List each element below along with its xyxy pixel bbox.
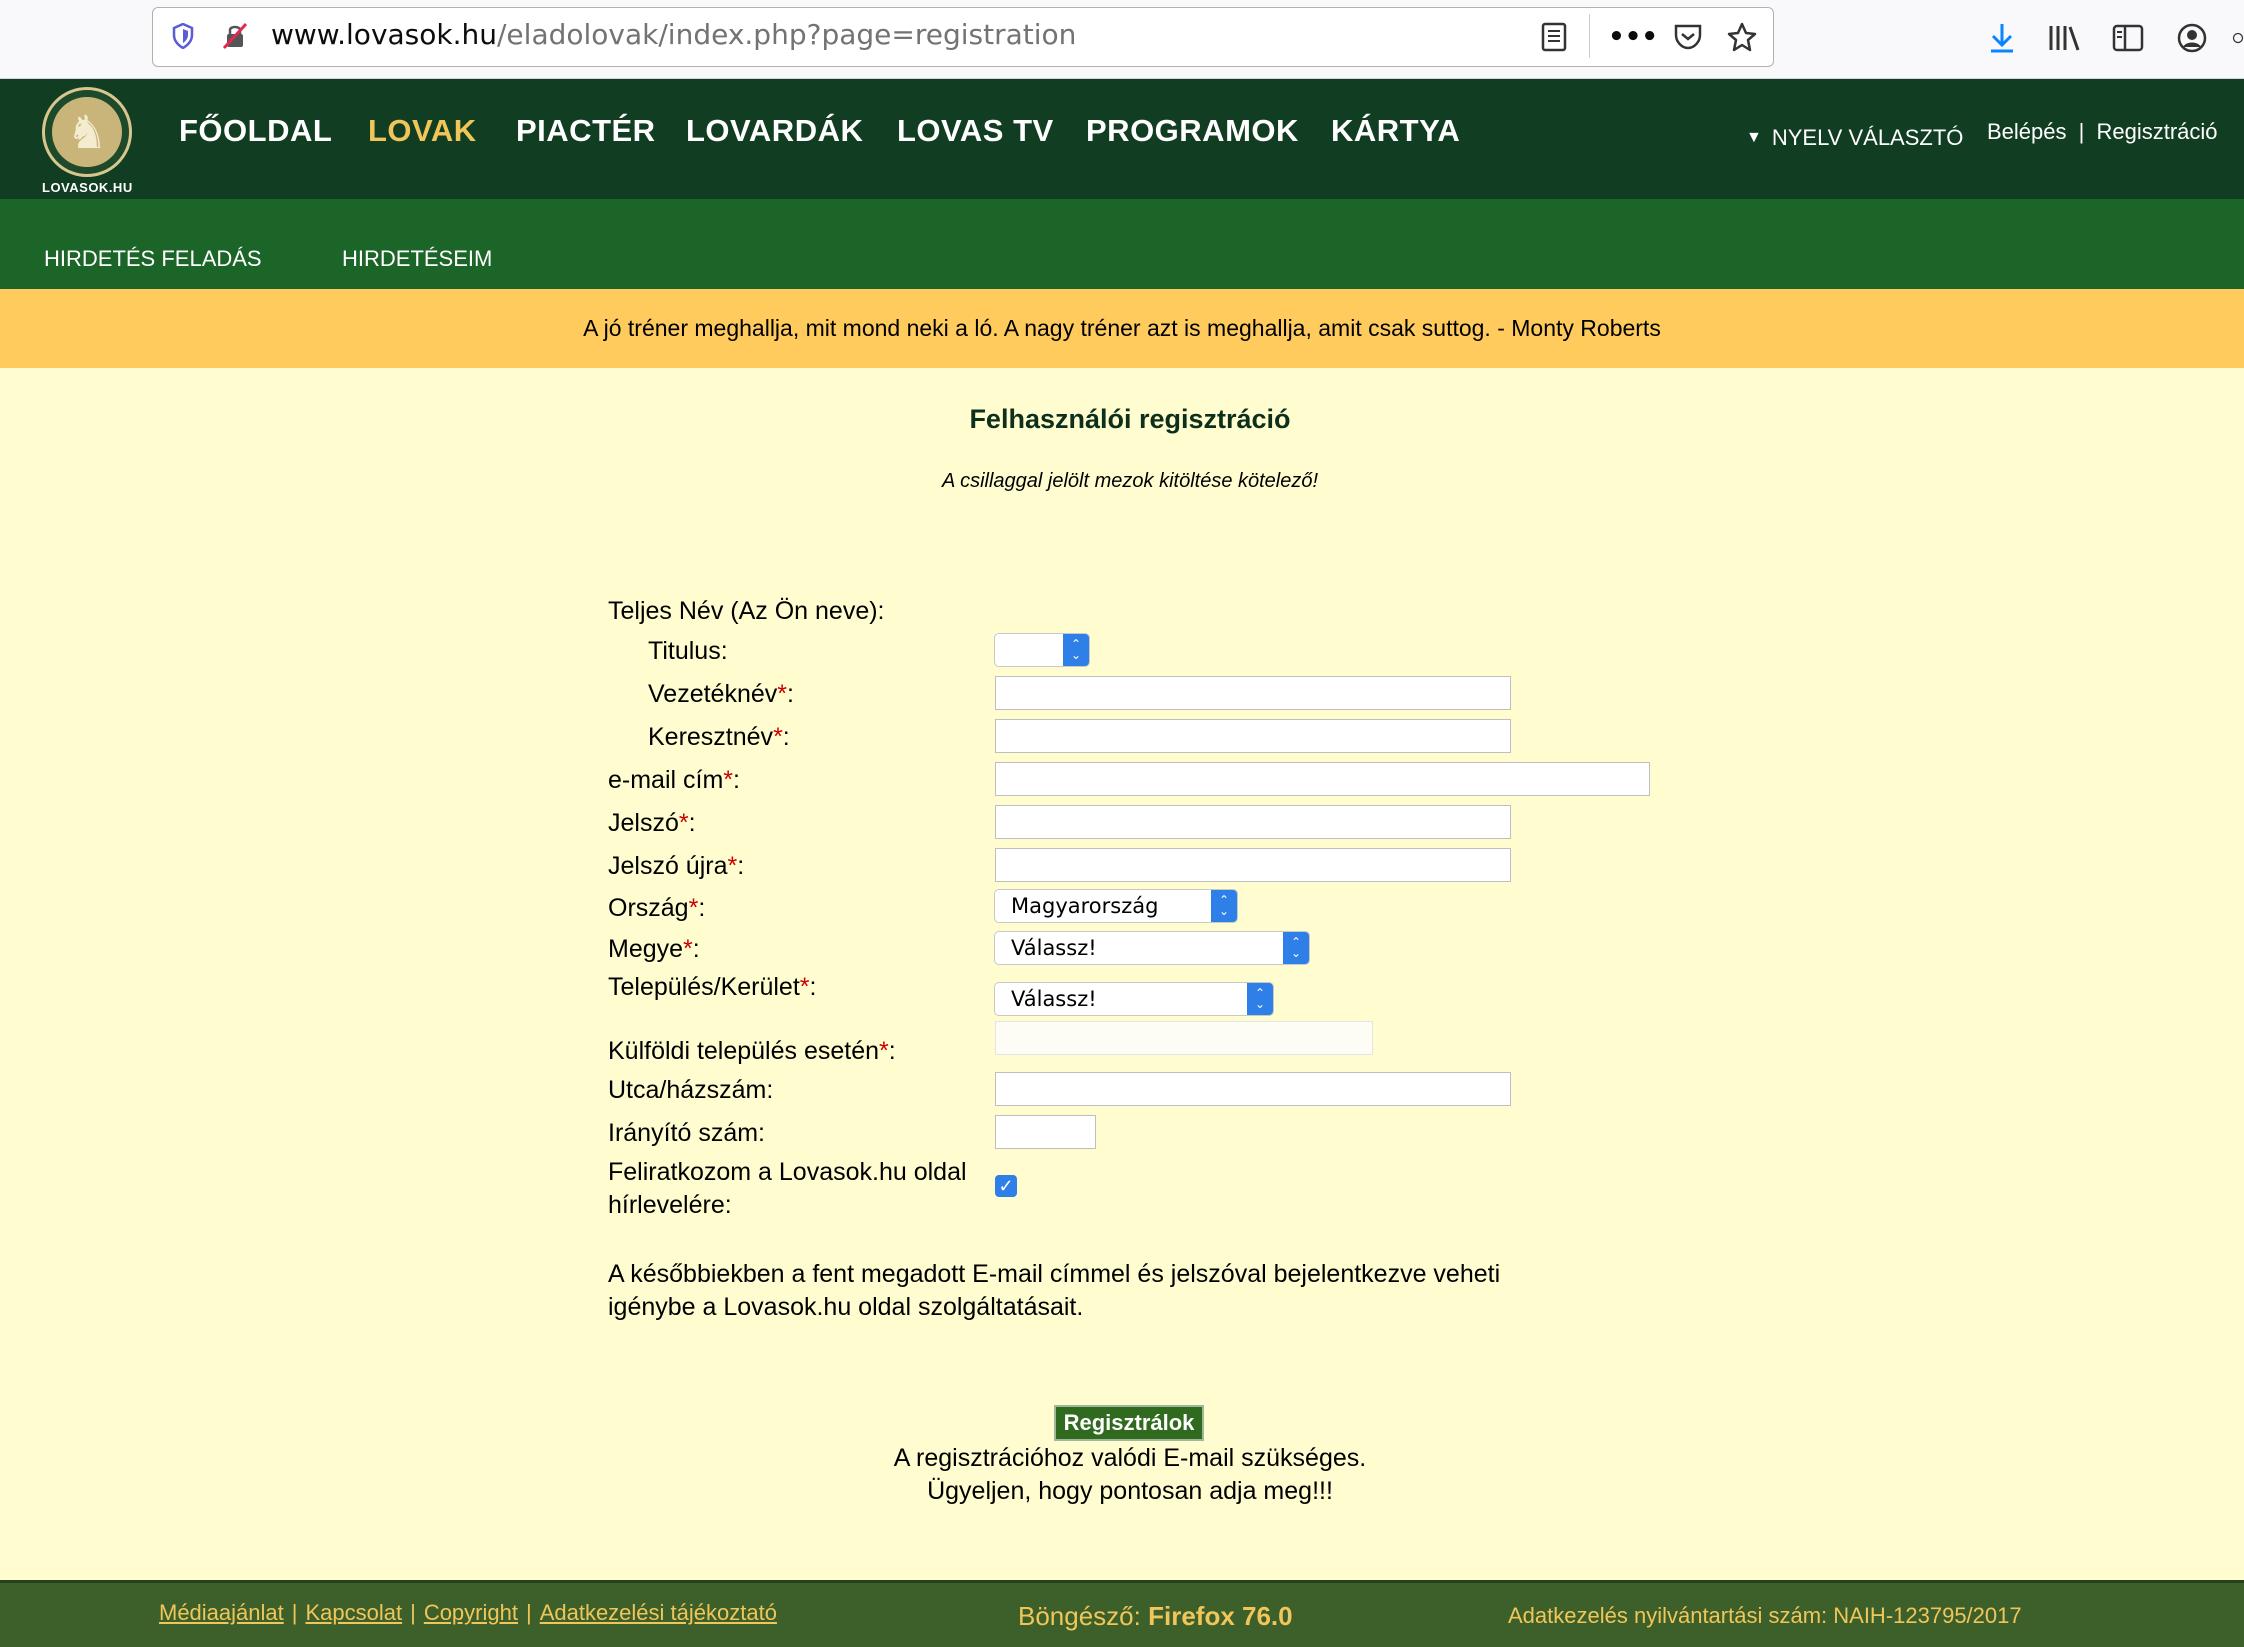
site-logo[interactable]: ♞: [42, 87, 132, 177]
select-arrows-icon: ⌃ ⌄: [1063, 634, 1089, 666]
footer: Médiaajánlat | Kapcsolat | Copyright | Adatkez…: [0, 1580, 2244, 1647]
email-input[interactable]: [995, 762, 1650, 796]
browser-toolbar: www.lovasok.hu/eladolovak/index.php?page…: [0, 0, 2244, 79]
nav-item-lovas-tv[interactable]: LOVAS TV: [897, 113, 1054, 149]
password-input[interactable]: [995, 805, 1511, 839]
nav-item-foldal[interactable]: FŐOLDAL: [179, 113, 332, 149]
login-link[interactable]: Belépés: [1987, 119, 2067, 144]
register-button[interactable]: Regisztrálok: [1054, 1405, 1204, 1441]
note-line-1: A regisztrációhoz valódi E-mail szüksége…: [893, 1444, 1367, 1472]
sub-navigation: HIRDETÉS FELADÁS HIRDETÉSEIM: [0, 199, 2244, 289]
more-actions-icon[interactable]: •••: [1608, 18, 1658, 56]
footer-link-contact[interactable]: Kapcsolat: [305, 1600, 402, 1625]
library-icon[interactable]: [2044, 18, 2084, 58]
note-line-2: Ügyeljen, hogy pontosan adja meg!!!: [927, 1477, 1333, 1505]
county-label: Megye*:: [608, 935, 700, 963]
password-again-input[interactable]: [995, 848, 1511, 882]
footer-link-media[interactable]: Médiaajánlat: [159, 1600, 284, 1625]
naih-number: Adatkezelés nyilvántartási szám: NAIH-12…: [1508, 1603, 2022, 1628]
county-select-value: Válassz!: [1011, 936, 1097, 960]
info-line-2: igénybe a Lovasok.hu oldal szolgáltatása…: [608, 1293, 1084, 1321]
bookmark-star-icon[interactable]: [1723, 18, 1761, 56]
nav-item-lovardak[interactable]: LOVARDÁK: [686, 113, 863, 149]
title-label: Titulus:: [648, 637, 728, 665]
browser-info: Böngésző: Firefox 76.0: [1018, 1601, 1293, 1632]
browser-label: Böngésző:: [1018, 1601, 1141, 1631]
nav-item-lovak[interactable]: LOVAK: [368, 113, 477, 149]
email-label: e-mail cím*:: [608, 766, 740, 794]
shield-icon[interactable]: [167, 20, 199, 52]
language-label: NYELV VÁLASZTÓ: [1771, 125, 1964, 150]
email-requirement-note: A regisztrációhoz valódi E-mail szüksége…: [0, 1442, 2244, 1508]
overflow-icon[interactable]: [2232, 18, 2244, 58]
nav-item-kartya[interactable]: KÁRTYA: [1331, 113, 1460, 149]
zip-input[interactable]: [995, 1115, 1096, 1149]
info-line-1: A későbbiekben a fent megadott E-mail cí…: [608, 1260, 1501, 1288]
select-arrows-icon: ⌃ ⌄: [1211, 890, 1237, 922]
chevron-down-icon: ▼: [1746, 129, 1762, 146]
downloads-icon[interactable]: [1982, 18, 2022, 58]
divider: [1589, 14, 1590, 58]
url-text[interactable]: www.lovasok.hu/eladolovak/index.php?page…: [271, 18, 1076, 51]
last-name-input[interactable]: [995, 676, 1511, 710]
last-name-label: Vezetéknév*:: [648, 680, 794, 708]
register-link[interactable]: Regisztráció: [2096, 119, 2217, 144]
password-label: Jelszó*:: [608, 809, 696, 837]
url-host: www.lovasok.hu: [271, 18, 497, 51]
auth-separator: |: [2078, 119, 2085, 144]
foreign-city-label: Külföldi település esetén*:: [608, 1037, 896, 1065]
select-arrows-icon: ⌃ ⌄: [1283, 932, 1309, 964]
main-navigation: ♞ LOVASOK.HU FŐOLDAL LOVAK PIACTÉR LOVAR…: [0, 79, 2244, 199]
newsletter-label-line2: hírlevelére:: [608, 1191, 732, 1219]
nav-item-piacter[interactable]: PIACTÉR: [516, 113, 656, 149]
street-label: Utca/házszám:: [608, 1076, 774, 1104]
nav-item-programok[interactable]: PROGRAMOK: [1086, 113, 1299, 149]
page-title: Felhasználói regisztráció: [969, 404, 1291, 434]
url-bar[interactable]: www.lovasok.hu/eladolovak/index.php?page…: [152, 7, 1774, 67]
horse-logo-icon: ♞: [52, 97, 122, 167]
city-select-value: Válassz!: [1011, 987, 1097, 1011]
sidebar-icon[interactable]: [2108, 18, 2148, 58]
subnav-item-my-ads[interactable]: HIRDETÉSEIM: [342, 246, 492, 272]
foreign-city-input[interactable]: [995, 1021, 1373, 1055]
account-icon[interactable]: [2172, 18, 2212, 58]
url-path: /eladolovak/index.php?page=registration: [497, 18, 1077, 51]
first-name-label: Keresztnév*:: [648, 723, 790, 751]
zip-label: Irányító szám:: [608, 1119, 765, 1147]
newsletter-label-line1: Feliratkozom a Lovasok.hu oldal: [608, 1158, 967, 1186]
insecure-lock-icon[interactable]: [219, 20, 251, 52]
info-text: A későbbiekben a fent megadott E-mail cí…: [608, 1258, 1608, 1324]
reader-view-icon[interactable]: [1535, 18, 1573, 56]
country-select[interactable]: Magyarország ⌃ ⌄: [994, 889, 1238, 923]
checkmark-icon: ✓: [998, 1175, 1014, 1196]
required-fields-note: A csillaggal jelölt mezok kitöltése köte…: [941, 470, 1319, 492]
county-select[interactable]: Válassz! ⌃ ⌄: [994, 931, 1310, 965]
footer-links: Médiaajánlat | Kapcsolat | Copyright | Adatkez…: [159, 1600, 777, 1626]
browser-value: Firefox 76.0: [1148, 1601, 1293, 1631]
newsletter-checkbox[interactable]: ✓: [995, 1175, 1017, 1197]
full-name-label: Teljes Név (Az Ön neve):: [608, 597, 885, 625]
country-select-value: Magyarország: [1011, 894, 1159, 918]
quote-text: A jó tréner meghallja, mit mond neki a l…: [583, 315, 1661, 341]
select-arrows-icon: ⌃ ⌄: [1247, 983, 1273, 1015]
subnav-item-post-ad[interactable]: HIRDETÉS FELADÁS: [44, 246, 262, 272]
title-select[interactable]: ⌃ ⌄: [994, 633, 1090, 667]
city-select[interactable]: Válassz! ⌃ ⌄: [994, 982, 1274, 1016]
footer-link-privacy[interactable]: Adatkezelési tájékoztató: [540, 1600, 777, 1625]
password-again-label: Jelszó újra*:: [608, 852, 745, 880]
city-label: Település/Kerület*:: [608, 973, 817, 1001]
footer-separator: |: [410, 1600, 416, 1625]
first-name-input[interactable]: [995, 719, 1511, 753]
pocket-icon[interactable]: [1669, 18, 1707, 56]
auth-links: Belépés | Regisztráció: [1987, 119, 2218, 145]
logo-text: LOVASOK.HU: [42, 180, 133, 195]
footer-separator: |: [291, 1600, 298, 1625]
street-input[interactable]: [995, 1072, 1511, 1106]
quote-banner: A jó tréner meghallja, mit mond neki a l…: [0, 289, 2244, 368]
footer-link-copyright[interactable]: Copyright: [424, 1600, 518, 1625]
country-label: Ország*:: [608, 894, 706, 922]
language-selector[interactable]: ▼ NYELV VÁLASZTÓ: [1746, 125, 1963, 151]
footer-separator: |: [525, 1600, 532, 1625]
